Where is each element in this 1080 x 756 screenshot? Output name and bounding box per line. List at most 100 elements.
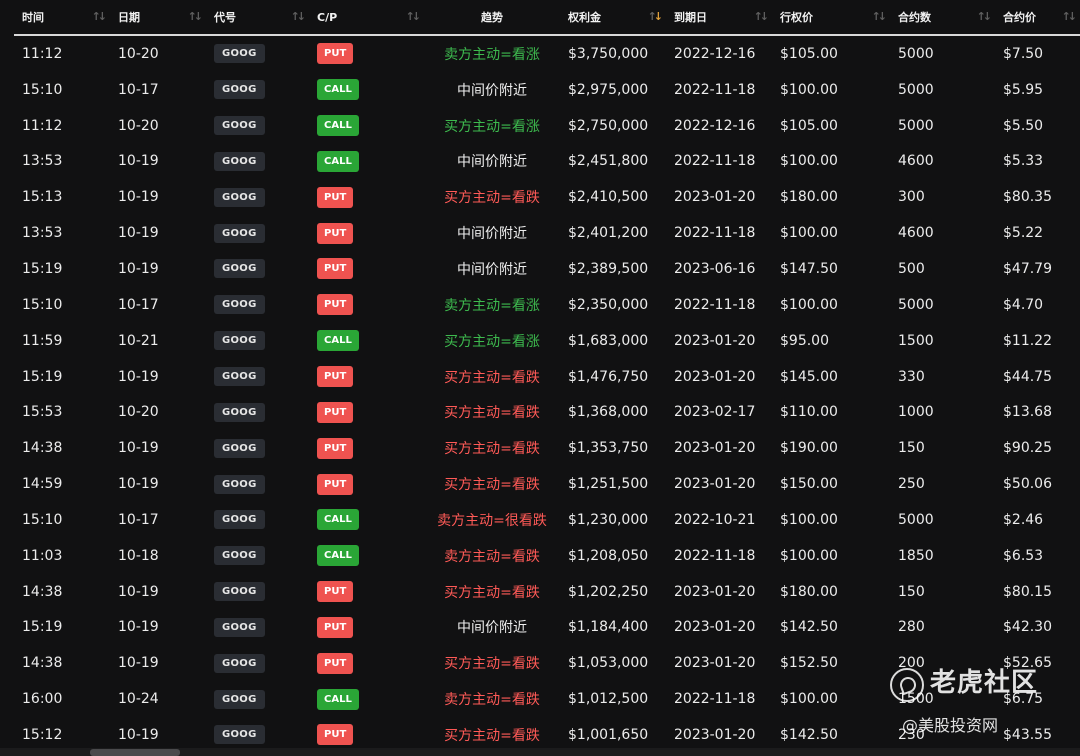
sort-icon[interactable]: ↑↓	[1062, 10, 1078, 23]
table-row[interactable]: 16:00 10-24 GOOG CALL 卖方主动=看跌 $1,012,500 2022-…	[14, 681, 1080, 717]
call-badge: CALL	[317, 79, 359, 101]
column-header-premium[interactable]: 权利金 ↑↓	[560, 0, 666, 36]
ticker-badge[interactable]: GOOG	[214, 438, 265, 458]
put-badge: PUT	[317, 401, 354, 423]
table-row[interactable]: 11:12 10-20 GOOG CALL 买方主动=看涨 $2,750,000 2022-…	[14, 108, 1080, 144]
cell-strike: $147.50	[780, 260, 838, 277]
sort-icon[interactable]: ↑↓	[291, 10, 307, 23]
ticker-badge[interactable]: GOOG	[214, 187, 265, 207]
column-header-ticker[interactable]: 代号 ↑↓	[206, 0, 309, 36]
sort-icon[interactable]: ↑↓	[754, 10, 770, 23]
column-header-strike[interactable]: 行权价 ↑↓	[772, 0, 890, 36]
column-header-trend[interactable]: 趋势	[424, 0, 560, 36]
table-row[interactable]: 14:38 10-19 GOOG PUT 买方主动=看跌 $1,353,750 2023-0…	[14, 430, 1080, 466]
ticker-badge[interactable]: GOOG	[214, 402, 265, 422]
ticker-badge[interactable]: GOOG	[214, 259, 265, 279]
table-row[interactable]: 15:53 10-20 GOOG PUT 买方主动=看跌 $1,368,000 2023-0…	[14, 394, 1080, 430]
table-row[interactable]: 13:53 10-19 GOOG PUT 中间价附近 $2,401,200 2022-11-…	[14, 215, 1080, 251]
table-row[interactable]: 14:38 10-19 GOOG PUT 买方主动=看跌 $1,053,000 2023-0…	[14, 645, 1080, 681]
cell-contracts: 5000	[898, 81, 934, 98]
column-header-date[interactable]: 日期 ↑↓	[110, 0, 206, 36]
ticker-badge[interactable]: GOOG	[214, 582, 265, 602]
cell-premium: $1,012,500	[568, 691, 649, 708]
sort-icon[interactable]: ↑↓	[188, 10, 204, 23]
cell-trend: 买方主动=看跌	[424, 717, 560, 748]
column-header-cp[interactable]: C/P ↑↓	[309, 0, 424, 36]
table-row[interactable]: 15:10 10-17 GOOG PUT 卖方主动=看涨 $2,350,000 2022-1…	[14, 287, 1080, 323]
cell-premium: $1,230,000	[568, 511, 649, 528]
trend-text: 买方主动=看跌	[444, 477, 540, 494]
cell-strike: $105.00	[780, 45, 838, 62]
table-row[interactable]: 14:59 10-19 GOOG PUT 买方主动=看跌 $1,251,500 2023-0…	[14, 466, 1080, 502]
ticker-badge[interactable]: GOOG	[214, 80, 265, 100]
sort-icon[interactable]: ↑↓	[872, 10, 888, 23]
sort-icon[interactable]: ↑↓	[648, 10, 664, 23]
ticker-badge[interactable]: GOOG	[214, 510, 265, 530]
cell-expiry: 2022-11-18	[674, 153, 756, 170]
cell-contracts: 5000	[898, 296, 934, 313]
table-row[interactable]: 15:19 10-19 GOOG PUT 中间价附近 $1,184,400 2023-01-…	[14, 610, 1080, 646]
column-header-expiry[interactable]: 到期日 ↑↓	[666, 0, 772, 36]
table-row[interactable]: 15:19 10-19 GOOG PUT 中间价附近 $2,389,500 2023-06-…	[14, 251, 1080, 287]
column-header-time[interactable]: 时间 ↑↓	[14, 0, 110, 36]
sort-icon[interactable]: ↑↓	[92, 10, 108, 23]
cell-trend: 中间价附近	[424, 610, 560, 646]
scrollbar-thumb[interactable]	[90, 749, 180, 756]
ticker-badge[interactable]: GOOG	[214, 689, 265, 709]
ticker-badge[interactable]: GOOG	[214, 546, 265, 566]
cell-strike: $190.00	[780, 440, 838, 457]
cell-premium: $2,389,500	[568, 260, 649, 277]
cell-expiry: 2023-01-20	[674, 440, 756, 457]
cell-trend: 卖方主动=很看跌	[424, 502, 560, 538]
cell-expiry: 2022-11-18	[674, 225, 756, 242]
trend-text: 买方主动=看跌	[444, 441, 540, 458]
ticker-badge[interactable]: GOOG	[214, 295, 265, 315]
cell-trend: 中间价附近	[424, 251, 560, 287]
table-row[interactable]: 15:10 10-17 GOOG CALL 卖方主动=很看跌 $1,230,000 2022…	[14, 502, 1080, 538]
cell-time: 15:10	[22, 81, 63, 98]
cell-strike: $152.50	[780, 655, 838, 672]
ticker-badge[interactable]: GOOG	[214, 725, 265, 745]
ticker-badge[interactable]: GOOG	[214, 617, 265, 637]
cell-premium: $1,053,000	[568, 655, 649, 672]
trend-text: 中间价附近	[457, 154, 527, 171]
cell-trend: 买方主动=看涨	[424, 323, 560, 359]
column-header-contracts[interactable]: 合约数 ↑↓	[890, 0, 995, 36]
horizontal-scrollbar[interactable]	[0, 748, 1080, 756]
table-row[interactable]: 11:59 10-21 GOOG CALL 买方主动=看涨 $1,683,000 2023-…	[14, 323, 1080, 359]
ticker-badge[interactable]: GOOG	[214, 474, 265, 494]
table-row[interactable]: 13:53 10-19 GOOG CALL 中间价附近 $2,451,800 2022-11…	[14, 144, 1080, 180]
cell-date: 10-20	[118, 117, 159, 134]
table-row[interactable]: 15:13 10-19 GOOG PUT 买方主动=看跌 $2,410,500 2023-0…	[14, 179, 1080, 215]
column-header-price[interactable]: 合约价 ↑↓	[995, 0, 1080, 36]
trend-text: 卖方主动=很看跌	[437, 512, 547, 529]
cell-strike: $150.00	[780, 476, 838, 493]
table-row[interactable]: 11:03 10-18 GOOG CALL 卖方主动=看跌 $1,208,050 2022-…	[14, 538, 1080, 574]
cell-expiry: 2023-01-20	[674, 619, 756, 636]
table-row[interactable]: 15:10 10-17 GOOG CALL 中间价附近 $2,975,000 2022-11…	[14, 72, 1080, 108]
cell-strike: $105.00	[780, 117, 838, 134]
ticker-badge[interactable]: GOOG	[214, 116, 265, 136]
ticker-badge[interactable]: GOOG	[214, 151, 265, 171]
cell-price: $6.75	[1003, 691, 1044, 708]
ticker-badge[interactable]: GOOG	[214, 223, 265, 243]
table-row[interactable]: 15:12 10-19 GOOG PUT 买方主动=看跌 $1,001,650 2023-0…	[14, 717, 1080, 748]
cell-strike: $142.50	[780, 726, 838, 743]
ticker-badge[interactable]: GOOG	[214, 44, 265, 64]
cell-cp: PUT	[309, 287, 424, 323]
cell-premium: $2,410,500	[568, 189, 649, 206]
cell-expiry: 2022-11-18	[674, 81, 756, 98]
table-row[interactable]: 11:12 10-20 GOOG PUT 卖方主动=看涨 $3,750,000 2022-1…	[14, 35, 1080, 72]
sort-icon[interactable]: ↑↓	[977, 10, 993, 23]
ticker-badge[interactable]: GOOG	[214, 653, 265, 673]
ticker-badge[interactable]: GOOG	[214, 331, 265, 351]
ticker-badge[interactable]: GOOG	[214, 367, 265, 387]
sort-icon[interactable]: ↑↓	[406, 10, 422, 23]
table-row[interactable]: 14:38 10-19 GOOG PUT 买方主动=看跌 $1,202,250 2023-0…	[14, 574, 1080, 610]
cell-trend: 中间价附近	[424, 144, 560, 180]
cell-ticker: GOOG	[206, 394, 309, 430]
cell-price: $4.70	[1003, 296, 1044, 313]
column-header-label: 到期日	[674, 11, 707, 24]
cell-premium: $1,001,650	[568, 726, 649, 743]
table-row[interactable]: 15:19 10-19 GOOG PUT 买方主动=看跌 $1,476,750 2023-0…	[14, 359, 1080, 395]
